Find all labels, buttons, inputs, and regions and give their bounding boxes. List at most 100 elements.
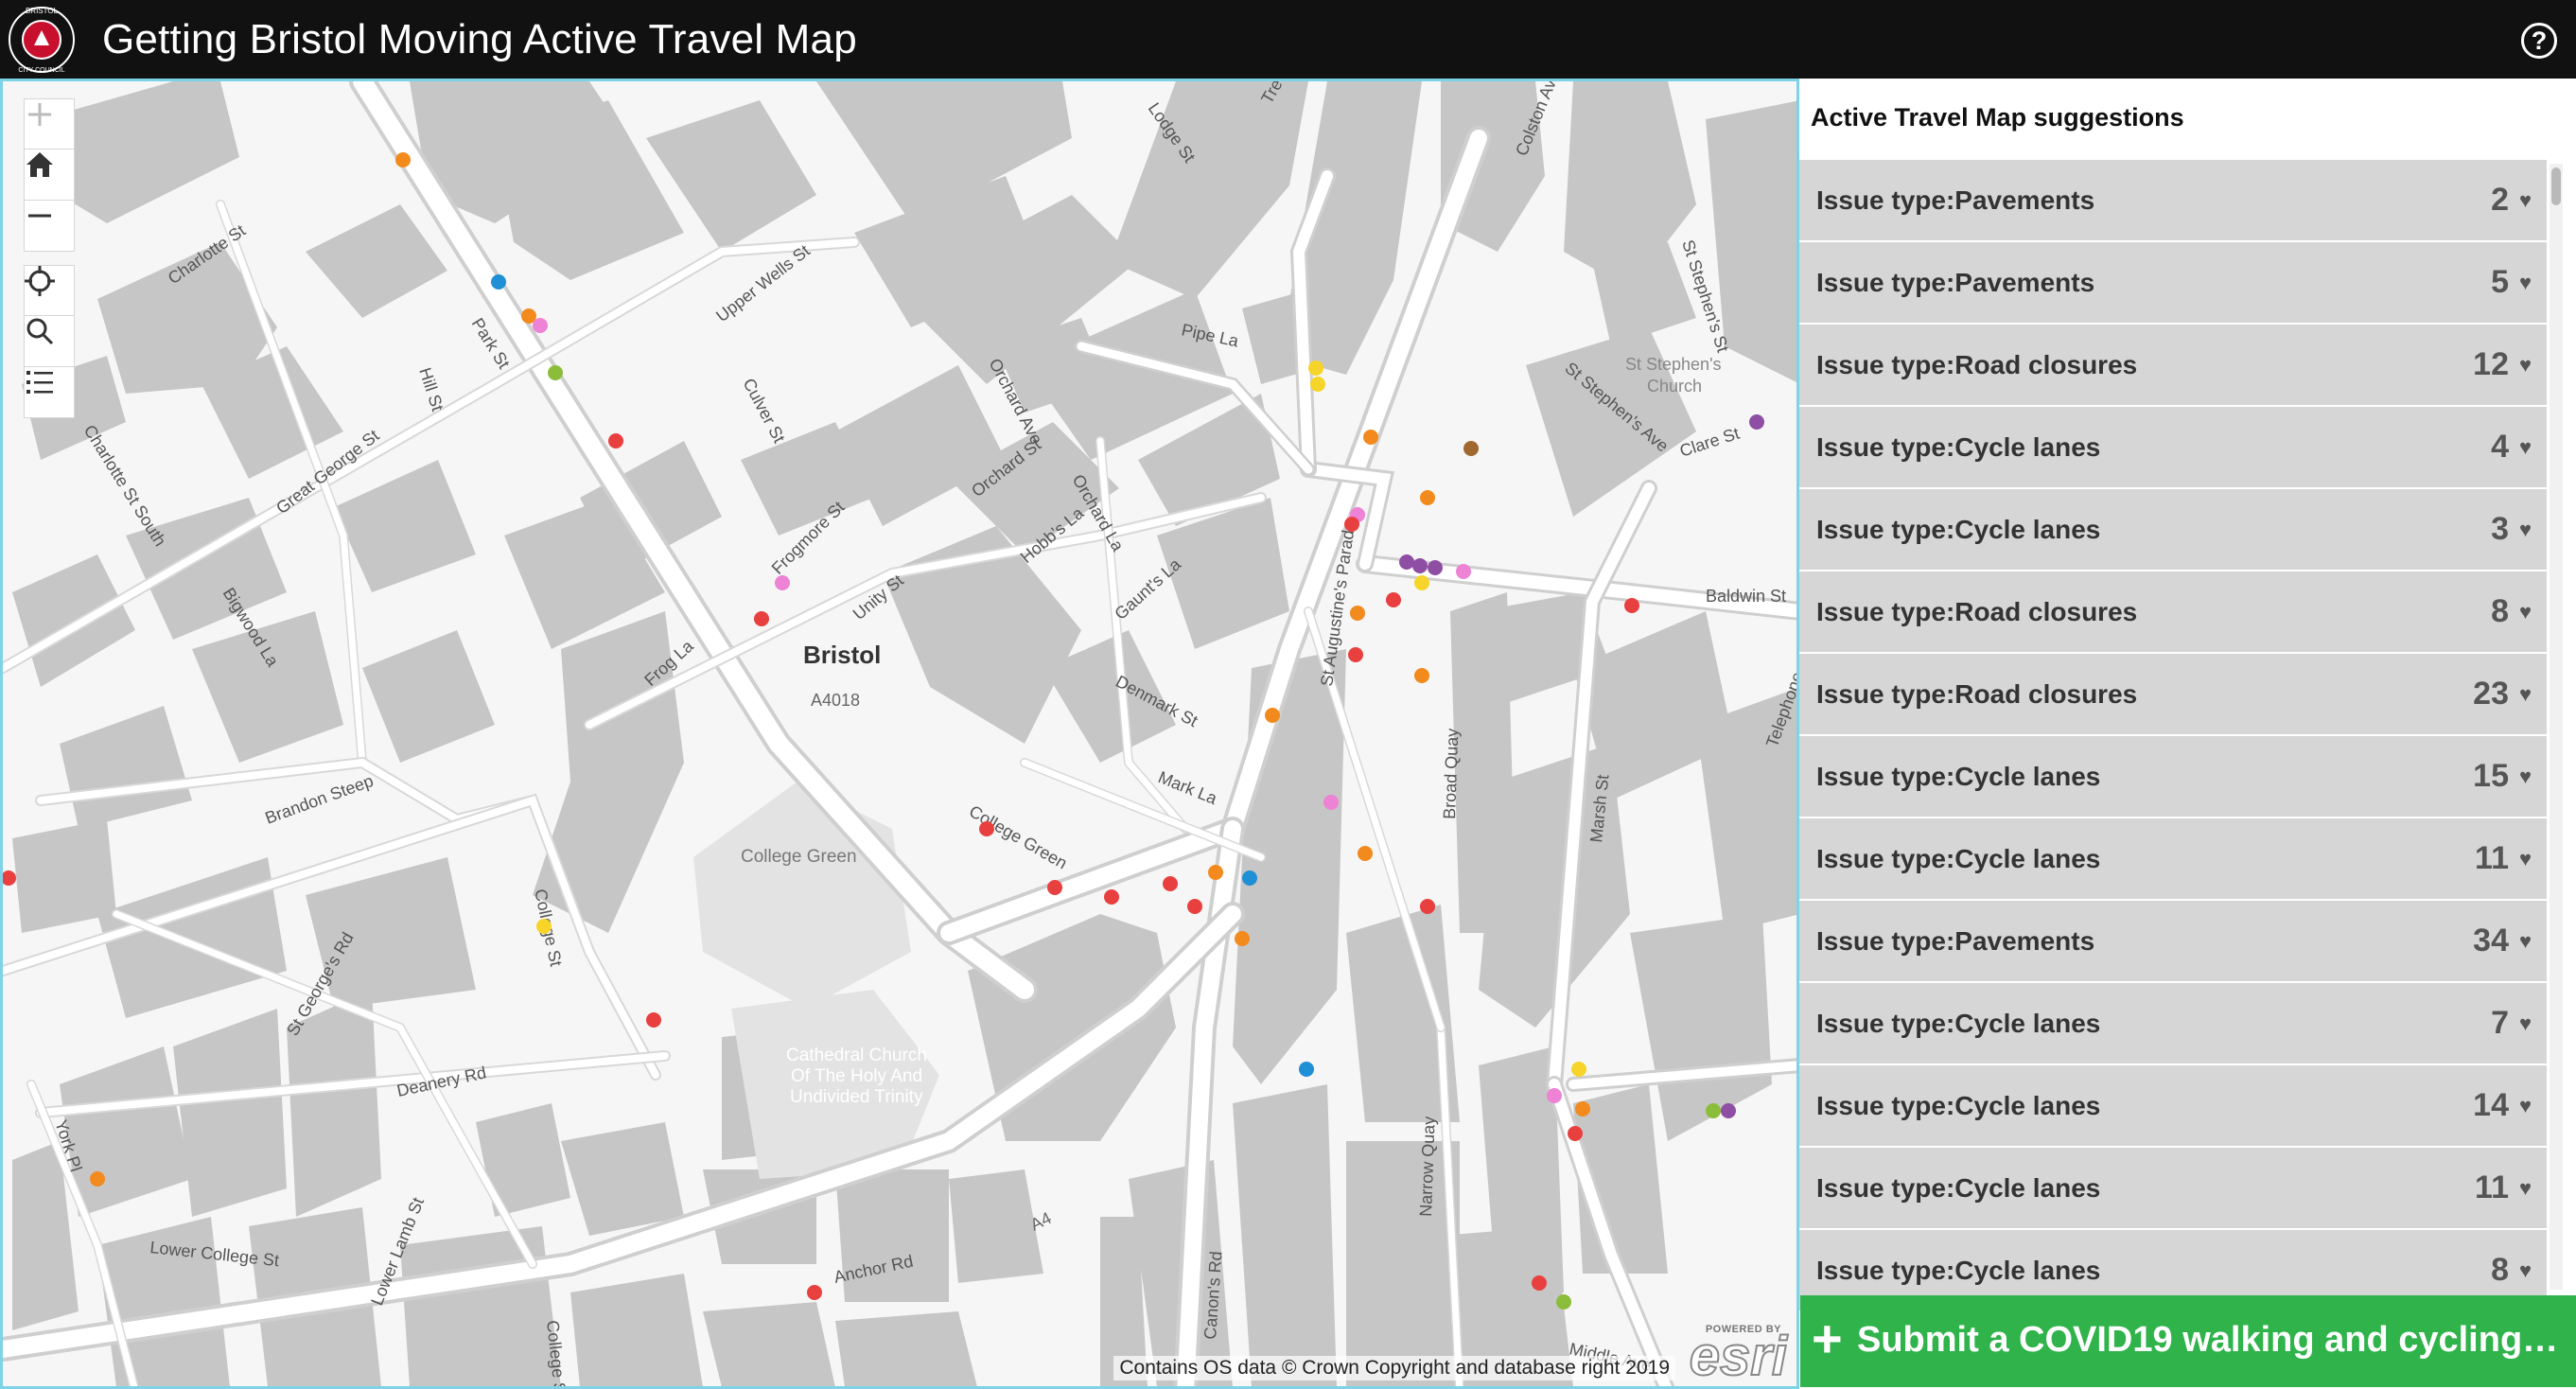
issue-marker[interactable] xyxy=(548,365,563,380)
cathedral-label: Cathedral Church xyxy=(786,1046,927,1065)
suggestions-list[interactable]: Issue type:Pavements 2 ♥ Issue type:Paveme… xyxy=(1799,160,2547,1376)
svg-text:CITY COUNCIL: CITY COUNCIL xyxy=(18,67,64,74)
issue-marker[interactable] xyxy=(775,575,790,590)
issue-marker[interactable] xyxy=(395,152,411,167)
list-item[interactable]: Issue type:Cycle lanes 4 ♥ xyxy=(1799,407,2547,489)
issue-marker[interactable] xyxy=(90,1171,105,1187)
heart-icon: ♥ xyxy=(2518,188,2532,212)
zoom-out-button[interactable] xyxy=(24,201,75,252)
list-item[interactable]: Issue type:Road closures 23 ♥ xyxy=(1799,654,2547,736)
issue-marker[interactable] xyxy=(1187,899,1202,914)
issue-marker[interactable] xyxy=(1323,795,1339,810)
search-button[interactable] xyxy=(24,316,75,367)
issue-marker[interactable] xyxy=(536,919,552,934)
map-view[interactable]: Charlotte St Park St Hill St Great Georg… xyxy=(0,79,1799,1389)
issue-marker[interactable] xyxy=(646,1012,661,1028)
list-item[interactable]: Issue type:Cycle lanes 11 ♥ xyxy=(1799,1148,2547,1230)
place-label: Bristol xyxy=(803,641,881,669)
list-item[interactable]: Issue type:Cycle lanes 14 ♥ xyxy=(1799,1065,2547,1148)
issue-marker[interactable] xyxy=(979,821,994,836)
list-item[interactable]: Issue type:Pavements 34 ♥ xyxy=(1799,901,2547,983)
list-scrollbar[interactable] xyxy=(2550,164,2563,1290)
issue-marker[interactable] xyxy=(1363,430,1378,445)
issue-marker[interactable] xyxy=(1104,889,1119,905)
legend-button[interactable] xyxy=(24,367,75,418)
submit-label: Submit a COVID19 walking and cycling i..… xyxy=(1857,1320,2567,1360)
issue-marker[interactable] xyxy=(1749,414,1764,430)
submit-suggestion-button[interactable]: + Submit a COVID19 walking and cycling i… xyxy=(1800,1295,2576,1387)
issue-marker[interactable] xyxy=(1344,517,1359,532)
issue-label: Issue type:Pavements xyxy=(1816,926,2095,956)
issue-marker[interactable] xyxy=(1242,870,1257,886)
council-logo-icon: BRISTOL CITY COUNCIL xyxy=(9,7,75,74)
locate-button[interactable] xyxy=(24,265,75,316)
heart-icon: ♥ xyxy=(2518,1011,2532,1035)
issue-marker[interactable] xyxy=(491,274,506,290)
issue-marker[interactable] xyxy=(1265,708,1280,723)
vote-count: 8 xyxy=(2491,593,2509,629)
issue-label: Issue type:Cycle lanes xyxy=(1816,1256,2101,1285)
esri-logo[interactable]: esri xyxy=(1689,1328,1788,1385)
issue-marker[interactable] xyxy=(1235,931,1250,946)
issue-marker[interactable] xyxy=(1420,899,1435,914)
app-header: BRISTOL CITY COUNCIL Getting Bristol Mov… xyxy=(0,0,2576,79)
issue-marker[interactable] xyxy=(1412,558,1428,573)
issue-marker[interactable] xyxy=(1721,1103,1736,1118)
issue-marker[interactable] xyxy=(1399,554,1414,570)
list-item[interactable]: Issue type:Pavements 2 ♥ xyxy=(1799,160,2547,242)
issue-marker[interactable] xyxy=(1386,592,1401,607)
issue-marker[interactable] xyxy=(1348,647,1363,662)
street-label: Baldwin St xyxy=(1706,587,1786,606)
vote-count: 7 xyxy=(2491,1005,2509,1041)
issue-marker[interactable] xyxy=(1358,846,1373,861)
basemap: Charlotte St Park St Hill St Great Georg… xyxy=(3,81,1796,1386)
issue-marker[interactable] xyxy=(1575,1101,1590,1116)
issue-marker[interactable] xyxy=(1310,377,1325,392)
list-item[interactable]: Issue type:Road closures 8 ♥ xyxy=(1799,571,2547,654)
issue-marker[interactable] xyxy=(1532,1275,1547,1291)
issue-marker[interactable] xyxy=(1208,865,1223,880)
list-item[interactable]: Issue type:Road closures 12 ♥ xyxy=(1799,325,2547,407)
heart-icon: ♥ xyxy=(2518,1176,2532,1200)
issue-marker[interactable] xyxy=(1456,564,1471,579)
issue-marker[interactable] xyxy=(1571,1062,1586,1077)
list-item[interactable]: Issue type:Pavements 5 ♥ xyxy=(1799,242,2547,325)
list-item[interactable]: Issue type:Cycle lanes 7 ♥ xyxy=(1799,983,2547,1065)
issue-marker[interactable] xyxy=(1706,1103,1721,1118)
home-button[interactable] xyxy=(24,149,75,201)
issue-marker[interactable] xyxy=(1299,1062,1314,1077)
heart-icon: ♥ xyxy=(2518,682,2532,706)
zoom-in-button[interactable] xyxy=(24,98,75,149)
issue-marker[interactable] xyxy=(1163,876,1178,891)
home-icon xyxy=(26,152,53,177)
issue-marker[interactable] xyxy=(1428,560,1443,575)
road-code-label: A4018 xyxy=(811,691,860,710)
issue-label: Issue type:Cycle lanes xyxy=(1816,844,2101,873)
heart-icon: ♥ xyxy=(2518,765,2532,788)
issue-marker[interactable] xyxy=(1350,606,1365,621)
issue-marker[interactable] xyxy=(608,433,623,448)
vote-count: 34 xyxy=(2473,923,2509,958)
vote-count: 2 xyxy=(2491,182,2509,218)
panel-title: Active Travel Map suggestions xyxy=(1811,103,2184,132)
locate-icon xyxy=(25,266,55,296)
heart-icon: ♥ xyxy=(2518,1258,2532,1282)
list-item[interactable]: Issue type:Cycle lanes 11 ♥ xyxy=(1799,818,2547,901)
scroll-thumb[interactable] xyxy=(2551,167,2561,205)
issue-marker[interactable] xyxy=(1420,490,1435,505)
list-item[interactable]: Issue type:Cycle lanes 15 ♥ xyxy=(1799,736,2547,818)
issue-marker[interactable] xyxy=(1463,441,1479,456)
issue-marker[interactable] xyxy=(1556,1294,1571,1310)
issue-marker[interactable] xyxy=(1308,360,1323,376)
issue-marker[interactable] xyxy=(1624,598,1639,613)
list-item[interactable]: Issue type:Cycle lanes 3 ♥ xyxy=(1799,489,2547,571)
issue-marker[interactable] xyxy=(533,318,548,333)
help-icon[interactable]: ? xyxy=(2521,23,2557,59)
issue-marker[interactable] xyxy=(1414,668,1429,683)
issue-marker[interactable] xyxy=(1047,880,1062,895)
issue-marker[interactable] xyxy=(754,611,769,626)
issue-marker[interactable] xyxy=(1414,575,1429,590)
issue-marker[interactable] xyxy=(807,1285,822,1300)
issue-marker[interactable] xyxy=(1547,1088,1562,1103)
issue-marker[interactable] xyxy=(1568,1126,1583,1141)
